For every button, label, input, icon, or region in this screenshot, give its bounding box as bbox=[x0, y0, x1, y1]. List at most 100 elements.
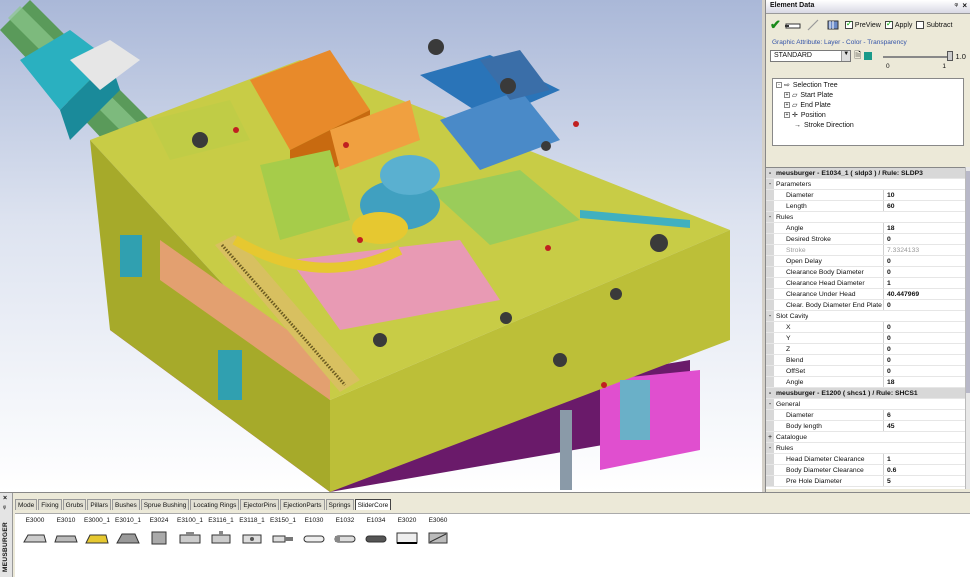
transparency-slider[interactable] bbox=[883, 50, 954, 62]
tool-e3024[interactable]: E3024 bbox=[144, 517, 174, 546]
tool-e1030[interactable]: E1030 bbox=[299, 517, 329, 546]
slider-thumb[interactable] bbox=[947, 51, 954, 61]
3d-viewport[interactable] bbox=[0, 0, 762, 492]
collapse-icon[interactable]: - bbox=[766, 443, 774, 453]
pen-icon[interactable] bbox=[805, 19, 821, 31]
tree-item[interactable]: + ▱ Start Plate bbox=[776, 91, 960, 101]
expand-icon[interactable]: + bbox=[784, 92, 790, 99]
tab-locating-rings[interactable]: Locating Rings bbox=[190, 499, 240, 510]
tab-bushes[interactable]: Bushes bbox=[112, 499, 140, 510]
tool-e3118-1[interactable]: E3118_1 bbox=[237, 517, 267, 546]
pin-icon[interactable]: ᵠ bbox=[954, 1, 958, 10]
grid-row[interactable]: Clearance Body Diameter 0 bbox=[766, 267, 966, 278]
grid-value[interactable]: 60 bbox=[884, 201, 966, 211]
grid-value[interactable]: 45 bbox=[884, 421, 966, 431]
layer-select[interactable]: STANDARD ▼ bbox=[770, 50, 852, 62]
tab-sprue-bushing[interactable]: Sprue Bushing bbox=[140, 499, 190, 510]
grid-row[interactable]: Length 60 bbox=[766, 201, 966, 212]
tool-e3116-1[interactable]: E3116_1 bbox=[206, 517, 236, 546]
tool-e3150-1[interactable]: E3150_1 bbox=[268, 517, 298, 546]
tree-item[interactable]: + ▱ End Plate bbox=[776, 101, 960, 111]
tab-springs[interactable]: Springs bbox=[325, 499, 354, 510]
expand-icon[interactable]: + bbox=[766, 432, 774, 442]
grid-value[interactable]: 0 bbox=[884, 234, 966, 244]
property-grid-scrollbar[interactable] bbox=[965, 167, 970, 489]
collapse-icon[interactable]: - bbox=[776, 82, 782, 89]
grid-row[interactable]: Body length 45 bbox=[766, 421, 966, 432]
collapse-icon[interactable]: - bbox=[766, 311, 774, 321]
grid-value[interactable]: 5 bbox=[884, 476, 966, 486]
grid-value[interactable]: 0 bbox=[884, 333, 966, 343]
grid-value[interactable]: 0 bbox=[884, 300, 966, 310]
subtract-checkbox-box[interactable] bbox=[916, 21, 925, 29]
tool-e3000-1[interactable]: E3000_1 bbox=[82, 517, 112, 546]
tool-e1032[interactable]: E1032 bbox=[330, 517, 360, 546]
grid-row[interactable]: Blend 0 bbox=[766, 355, 966, 366]
grid-row[interactable]: X0 bbox=[766, 322, 966, 333]
grid-category[interactable]: - Rules bbox=[766, 212, 966, 223]
tree-item[interactable]: → Stroke Direction bbox=[776, 121, 960, 131]
grid-category[interactable]: - Rules bbox=[766, 443, 966, 454]
grid-value[interactable]: 0 bbox=[884, 322, 966, 332]
tree-item[interactable]: + ✛ Position bbox=[776, 111, 960, 121]
grid-row[interactable]: Head Diameter Clearance 1 bbox=[766, 454, 966, 465]
confirm-check-icon[interactable]: ✔ bbox=[770, 17, 781, 33]
pin-icon[interactable]: ᵠ bbox=[3, 505, 6, 512]
tool-e3060[interactable]: E3060 bbox=[423, 517, 453, 546]
tab-mode[interactable]: Mode bbox=[15, 499, 38, 510]
grid-section-header[interactable]: - meusburger - E1200 ( shcs1 ) / Rule: SH… bbox=[766, 388, 966, 399]
tab-pillars[interactable]: Pillars bbox=[87, 499, 112, 510]
close-icon[interactable]: × bbox=[962, 1, 967, 10]
grid-value[interactable]: 0 bbox=[884, 355, 966, 365]
preview-checkbox-box[interactable] bbox=[844, 19, 853, 29]
collapse-icon[interactable]: - bbox=[766, 179, 774, 189]
grid-row[interactable]: Angle 18 bbox=[766, 223, 966, 234]
mold-assembly-model[interactable] bbox=[0, 0, 762, 492]
collapse-icon[interactable]: - bbox=[766, 399, 774, 409]
tool-e3010-1[interactable]: E3010_1 bbox=[113, 517, 143, 546]
grid-row[interactable]: Stroke 7.3324133 bbox=[766, 245, 966, 256]
expand-icon[interactable]: + bbox=[784, 112, 790, 119]
close-icon[interactable]: × bbox=[3, 495, 7, 502]
grid-category[interactable]: - Slot Cavity bbox=[766, 311, 966, 322]
grid-row[interactable]: Z0 bbox=[766, 344, 966, 355]
grid-row[interactable]: Open Delay 0 bbox=[766, 256, 966, 267]
tool-e3100-1[interactable]: E3100_1 bbox=[175, 517, 205, 546]
tab-slidercore[interactable]: SliderCore bbox=[354, 499, 392, 510]
pick-tool-icon[interactable] bbox=[784, 19, 801, 31]
tool-e1034[interactable]: E1034 bbox=[361, 517, 391, 546]
grid-value[interactable]: 10 bbox=[884, 190, 966, 200]
property-grid[interactable]: - meusburger - E1034_1 ( sldp3 ) / Rule: … bbox=[766, 167, 966, 489]
grid-value[interactable]: 0 bbox=[884, 344, 966, 354]
grid-value[interactable]: 0.6 bbox=[884, 465, 966, 475]
grid-row[interactable]: Diameter 6 bbox=[766, 410, 966, 421]
grid-row[interactable]: Body Diameter Clearance 0.6 bbox=[766, 465, 966, 476]
collapse-icon[interactable]: - bbox=[766, 168, 774, 178]
grid-value[interactable]: 0 bbox=[884, 366, 966, 376]
grid-row[interactable]: Clear. Body Diameter End Plate 0 bbox=[766, 300, 966, 311]
apply-checkbox[interactable]: Apply bbox=[884, 19, 912, 29]
color-swatch[interactable] bbox=[864, 52, 873, 60]
scrollbar-thumb[interactable] bbox=[966, 171, 970, 393]
subtract-checkbox[interactable]: Subtract bbox=[916, 21, 952, 29]
grid-value[interactable]: 6 bbox=[884, 410, 966, 420]
grid-row[interactable]: Angle 18 bbox=[766, 377, 966, 388]
grid-value[interactable]: 18 bbox=[884, 377, 966, 387]
grid-row[interactable]: Desired Stroke 0 bbox=[766, 234, 966, 245]
chevron-down-icon[interactable]: ▼ bbox=[841, 51, 851, 61]
tab-ejectorpins[interactable]: EjectorPins bbox=[240, 499, 280, 510]
grid-value[interactable]: 1 bbox=[884, 454, 966, 464]
grid-row[interactable]: OffSet 0 bbox=[766, 366, 966, 377]
grid-value[interactable]: 1 bbox=[884, 278, 966, 288]
grid-row[interactable]: Y0 bbox=[766, 333, 966, 344]
selection-tree[interactable]: - ⇨ Selection Tree + ▱ Start Plate + ▱ End Plate… bbox=[772, 78, 964, 146]
tab-grubs[interactable]: Grubs bbox=[62, 499, 87, 510]
tree-item[interactable]: - ⇨ Selection Tree bbox=[776, 81, 960, 91]
collapse-icon[interactable]: - bbox=[766, 388, 774, 398]
grid-value[interactable]: 18 bbox=[884, 223, 966, 233]
tool-e3000[interactable]: E3000 bbox=[20, 517, 50, 546]
tab-fixing[interactable]: Fixing bbox=[38, 499, 62, 510]
preview-checkbox[interactable]: PreView bbox=[844, 19, 881, 29]
tab-ejectionparts[interactable]: EjectionParts bbox=[280, 499, 325, 510]
grid-row[interactable]: Pre Hole Diameter 5 bbox=[766, 476, 966, 487]
